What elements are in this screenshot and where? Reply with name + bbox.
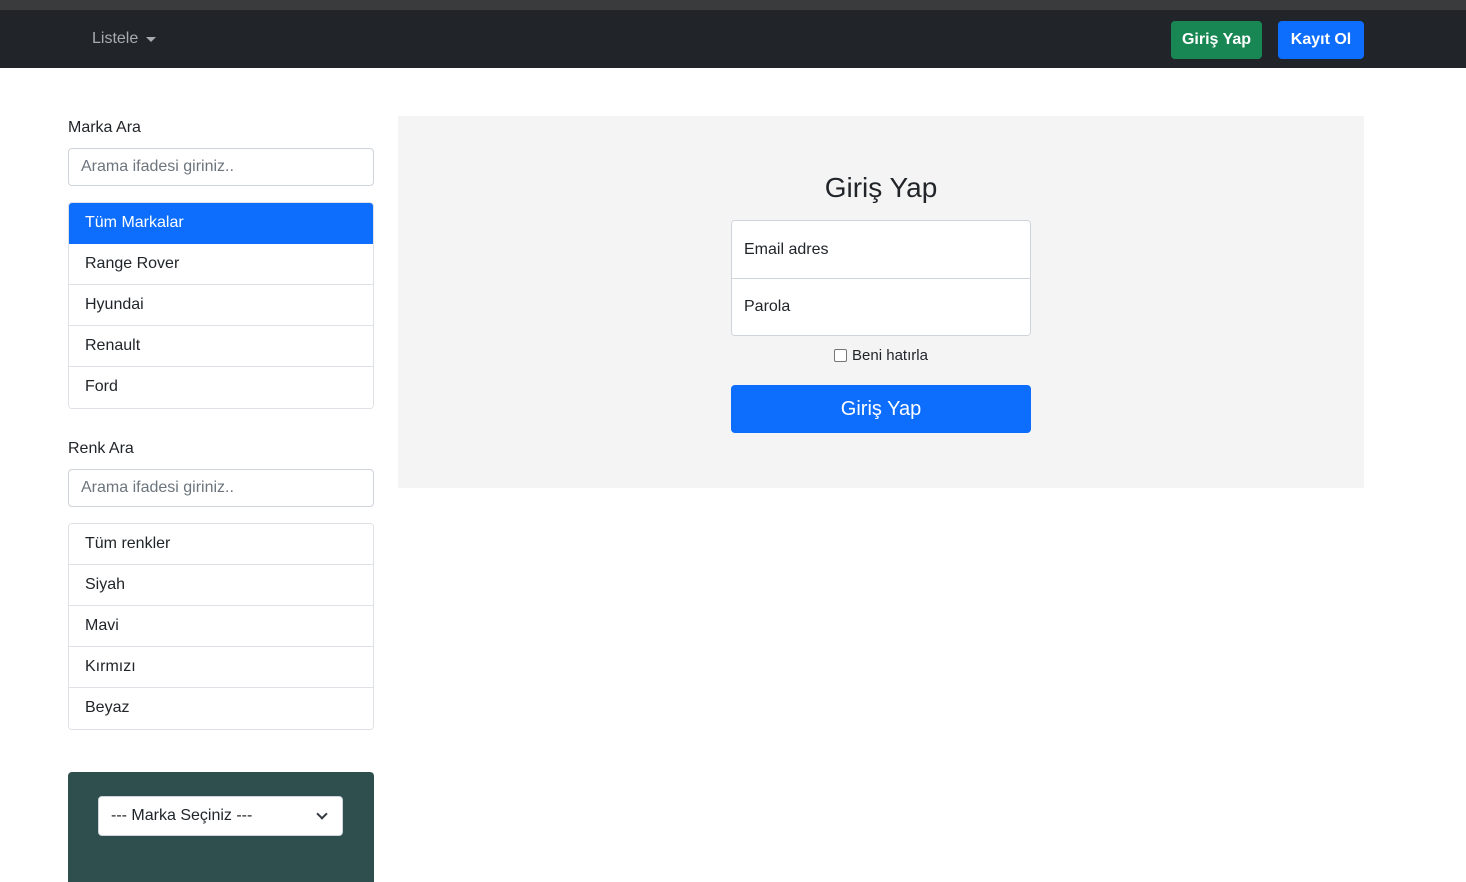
browser-top-strip [0,0,1466,10]
login-submit-button[interactable]: Giriş Yap [731,385,1031,433]
caret-down-icon [146,36,157,42]
brand-item-all[interactable]: Tüm Markalar [69,203,373,244]
color-search-input[interactable] [68,469,374,507]
login-title: Giriş Yap [824,172,938,203]
color-item-blue[interactable]: Mavi [69,606,373,647]
brand-item-ford[interactable]: Ford [69,367,373,408]
brand-list: Tüm Markalar Range Rover Hyundai Renault… [68,202,374,409]
nav-login-button[interactable]: Giriş Yap [1171,21,1262,59]
login-panel: Giriş Yap Beni hatırla Giriş Yap [398,116,1364,488]
brand-select[interactable]: --- Marka Seçiniz --- [98,796,343,836]
color-list: Tüm renkler Siyah Mavi Kırmızı Beyaz [68,523,374,730]
color-item-white[interactable]: Beyaz [69,688,373,729]
password-field[interactable] [732,278,1030,335]
filter-panel: --- Marka Seçiniz --- [68,772,374,882]
remember-me-row: Beni hatırla [398,347,1364,364]
brand-select-value: --- Marka Seçiniz --- [111,807,253,824]
list-dropdown-toggle[interactable]: Listele [92,30,157,48]
color-search-label: Renk Ara [68,440,134,457]
remember-me-label[interactable]: Beni hatırla [852,347,928,364]
color-item-all[interactable]: Tüm renkler [69,524,373,565]
chevron-down-icon [316,808,328,820]
sidebar: Marka Ara Tüm Markalar Range Rover Hyund… [68,116,374,730]
color-item-black[interactable]: Siyah [69,565,373,606]
list-dropdown-label: Listele [92,30,139,47]
brand-item-hyundai[interactable]: Hyundai [69,285,373,326]
login-field-group [731,220,1031,336]
brand-item-range-rover[interactable]: Range Rover [69,244,373,285]
color-item-red[interactable]: Kırmızı [69,647,373,688]
top-navbar: Listele Giriş Yap Kayıt Ol [0,10,1466,68]
brand-search-label: Marka Ara [68,119,141,136]
brand-search-input[interactable] [68,148,374,186]
brand-item-renault[interactable]: Renault [69,326,373,367]
email-field[interactable] [732,221,1030,278]
nav-register-button[interactable]: Kayıt Ol [1278,21,1364,59]
remember-me-checkbox[interactable] [834,349,848,362]
